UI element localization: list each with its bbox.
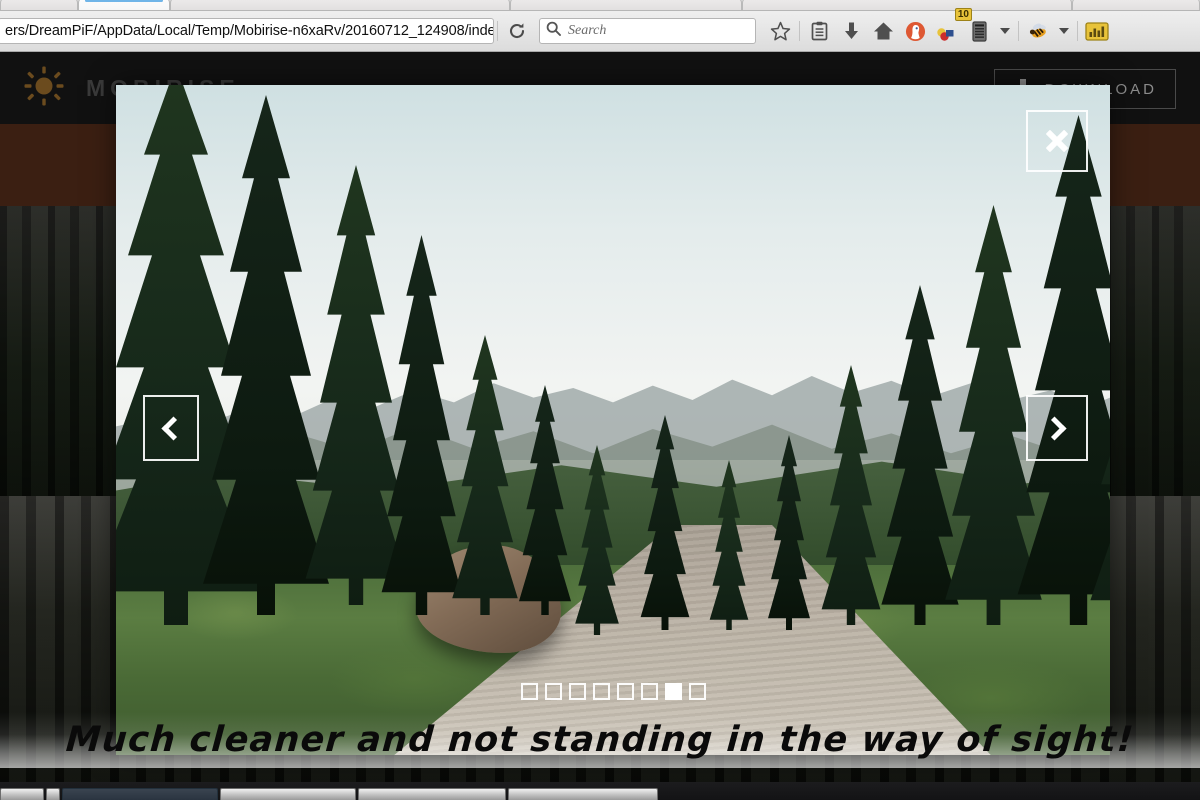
reading-list-icon[interactable] <box>803 17 835 45</box>
carousel-next-button[interactable] <box>1026 395 1088 461</box>
dropdown-caret-icon[interactable] <box>995 17 1015 45</box>
extension-badge-count: 10 <box>954 8 972 21</box>
carousel-indicators <box>116 683 1110 700</box>
browser-tab[interactable] <box>1072 0 1200 10</box>
lightbox-modal <box>116 85 1110 755</box>
toolbar-divider <box>497 21 498 41</box>
chevron-right-icon <box>1042 415 1067 441</box>
carousel-indicator[interactable] <box>568 683 586 700</box>
carousel-indicator[interactable] <box>640 683 658 700</box>
caption-text: Much cleaner and not standing in the way… <box>64 720 1136 760</box>
caption-overlay: Much cleaner and not standing in the way… <box>0 712 1200 768</box>
navigation-toolbar: ers/DreamPiF/AppData/Local/Temp/Mobirise… <box>0 8 1200 51</box>
browser-tab[interactable] <box>0 0 78 10</box>
bookmark-star-icon[interactable] <box>764 17 796 45</box>
browser-tab[interactable] <box>170 0 510 10</box>
search-input[interactable]: Search <box>539 18 756 44</box>
browser-chrome: ers/DreamPiF/AppData/Local/Temp/Mobirise… <box>0 0 1200 52</box>
carousel-indicator[interactable] <box>520 683 538 700</box>
downloads-icon[interactable] <box>835 17 867 45</box>
taskbar-button[interactable] <box>358 788 506 800</box>
carousel-indicator[interactable] <box>616 683 634 700</box>
extension-bookmarks-icon[interactable]: 10 <box>931 8 972 45</box>
search-placeholder: Search <box>568 23 607 38</box>
taskbar-button[interactable] <box>220 788 356 800</box>
sun-icon <box>24 66 64 111</box>
chevron-left-icon <box>161 415 186 441</box>
browser-tab[interactable] <box>742 0 1072 10</box>
taskbar-button[interactable] <box>46 788 60 800</box>
carousel-indicator[interactable] <box>664 683 682 700</box>
shredder-icon[interactable] <box>963 17 995 45</box>
toolbar-divider <box>1018 21 1019 41</box>
carousel-indicator[interactable] <box>544 683 562 700</box>
close-icon[interactable] <box>1026 110 1088 172</box>
chart-extension-icon[interactable] <box>1081 17 1113 45</box>
browser-tab[interactable] <box>78 0 170 10</box>
home-icon[interactable] <box>867 17 899 45</box>
tab-strip <box>0 0 1200 11</box>
taskbar-button[interactable] <box>0 788 44 800</box>
carousel-indicator[interactable] <box>688 683 706 700</box>
os-taskbar <box>0 782 1200 800</box>
carousel-prev-button[interactable] <box>143 395 199 461</box>
reload-icon[interactable] <box>501 17 533 45</box>
duckduckgo-privacy-icon[interactable] <box>899 17 931 45</box>
toolbar-divider <box>1077 21 1078 41</box>
taskbar-button[interactable] <box>508 788 658 800</box>
toolbar-divider <box>799 21 800 41</box>
address-bar[interactable]: ers/DreamPiF/AppData/Local/Temp/Mobirise… <box>0 18 494 44</box>
search-icon <box>546 21 561 41</box>
close-glyph <box>1045 129 1069 153</box>
carousel-indicator[interactable] <box>592 683 610 700</box>
lightbox-image <box>116 85 1110 755</box>
address-bar-text: ers/DreamPiF/AppData/Local/Temp/Mobirise… <box>5 23 494 39</box>
browser-tab[interactable] <box>510 0 742 10</box>
taskbar-button[interactable] <box>62 788 218 800</box>
chevron-down-icon <box>1059 28 1069 34</box>
chevron-down-icon <box>1000 28 1010 34</box>
bee-extension-icon[interactable] <box>1022 17 1054 45</box>
dropdown-caret-icon-2[interactable] <box>1054 17 1074 45</box>
